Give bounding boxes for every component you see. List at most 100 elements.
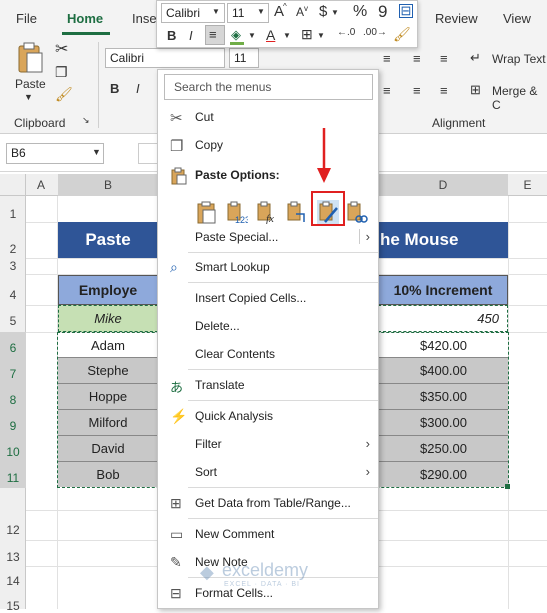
menu-item-cut[interactable]: ✂ Cut [158,106,378,130]
decrease-decimal-icon[interactable]: .00→ [363,27,387,38]
menu-item-smart-lookup[interactable]: ⌕ Smart Lookup [158,256,378,280]
title-cell-right[interactable]: he Mouse [378,222,508,258]
increment-cell[interactable]: $350.00 [378,384,508,410]
column-header-b[interactable]: B [58,178,158,192]
tab-file[interactable]: File [16,11,37,26]
menu-item-get-data[interactable]: ⊞ Get Data from Table/Range... [158,492,378,516]
name-cell[interactable]: Hoppe [58,384,158,410]
row-header[interactable]: 9 [0,419,26,433]
name-cell[interactable]: Milford [58,410,158,436]
chevron-down-icon[interactable]: ▼ [317,31,325,40]
chevron-down-icon[interactable]: ▼ [257,7,265,16]
mini-bold-button[interactable]: B [167,28,176,43]
percent-style-button[interactable]: % [353,3,367,21]
chevron-down-icon[interactable]: ▼ [331,8,339,17]
paste-link-icon[interactable] [346,200,368,224]
menu-item-paste-special[interactable]: Paste Special... › [158,226,378,250]
fill-color-icon[interactable]: ◈ [231,27,241,43]
paste-dropdown-icon[interactable]: ▼ [24,92,33,102]
increment-cell[interactable]: $300.00 [378,410,508,436]
paste-formatting-icon[interactable] [317,200,339,224]
header-cell-employee[interactable]: Employe [58,275,158,305]
menu-item-copy[interactable]: ❐ Copy [158,134,378,158]
font-color-button[interactable]: A [266,27,275,43]
paste-label[interactable]: Paste [15,77,46,91]
fill-handle[interactable] [505,484,510,489]
paste-option-paste-icon[interactable] [196,200,218,224]
row-header[interactable]: 15 [0,599,26,613]
increase-decimal-icon[interactable]: ←.0 [337,27,355,38]
wrap-text-icon[interactable]: ↵ [470,50,481,66]
align-center-icon[interactable]: ≡ [413,83,421,98]
mike-cell[interactable]: Mike [58,305,158,332]
menu-item-quick-analysis[interactable]: ⚡ Quick Analysis [158,405,378,429]
ribbon-font-size-box[interactable]: 11 [229,48,259,68]
column-header-d[interactable]: D [378,178,508,192]
tab-view[interactable]: View [503,11,531,26]
chevron-down-icon[interactable]: ▼ [212,7,220,16]
formula-bar-expand[interactable] [138,143,158,164]
row-header[interactable]: 12 [0,523,26,537]
align-right-icon[interactable]: ≡ [440,83,448,98]
ribbon-bold-button[interactable]: B [110,81,119,96]
format-painter-icon[interactable]: 🖌 [55,86,73,103]
header-cell-increment[interactable]: 10% Increment [378,275,508,305]
decrease-font-size-button[interactable]: A [296,5,304,19]
align-top-icon[interactable]: ≡ [383,51,391,66]
row-header[interactable]: 6 [0,341,26,355]
comma-style-button[interactable]: 9 [378,2,387,22]
row-header[interactable]: 11 [0,471,26,485]
name-box[interactable]: B6 [6,143,104,164]
align-left-icon[interactable]: ≡ [383,83,391,98]
menu-item-insert-copied-cells[interactable]: Insert Copied Cells... [158,287,378,311]
column-header-e[interactable]: E [508,178,547,192]
align-middle-icon[interactable]: ≡ [413,51,421,66]
align-bottom-icon[interactable]: ≡ [440,51,448,66]
increment-cell[interactable]: $290.00 [378,462,508,487]
row-header[interactable]: 13 [0,550,26,564]
menu-item-delete[interactable]: Delete... [158,315,378,339]
chevron-down-icon[interactable]: ▼ [248,31,256,40]
name-cell[interactable]: David [58,436,158,462]
chevron-down-icon[interactable]: ▼ [283,31,291,40]
format-painter-icon[interactable]: 🖌 [393,26,411,43]
row-header[interactable]: 1 [0,207,26,221]
row-header[interactable]: 2 [0,242,26,256]
column-header-a[interactable]: A [26,178,56,192]
mike-increment-cell[interactable]: 450 [378,305,508,332]
ribbon-italic-button[interactable]: I [136,81,140,96]
tab-review[interactable]: Review [435,11,478,26]
tab-insert[interactable]: Inse [132,11,157,26]
format-table-icon[interactable]: ⊟ [399,4,413,18]
accounting-format-button[interactable]: $ [319,3,327,20]
name-cell[interactable]: Bob [58,462,158,487]
increment-cell[interactable]: $420.00 [378,333,508,358]
merge-center-button[interactable]: Merge & C [492,84,547,112]
row-header[interactable]: 3 [0,259,26,273]
select-all-corner[interactable] [0,174,26,196]
clipboard-launcher-icon[interactable]: ↘ [82,115,90,126]
borders-icon[interactable]: ⊞ [301,26,313,43]
name-box-dropdown-icon[interactable]: ▼ [92,147,101,157]
wrap-text-button[interactable]: Wrap Text [492,52,546,66]
increment-cell[interactable]: $250.00 [378,436,508,462]
tab-home[interactable]: Home [67,11,103,26]
paste-formulas-icon[interactable]: fx [256,200,278,224]
paste-values-icon[interactable]: 123 [226,200,248,224]
menu-item-filter[interactable]: Filter › [158,433,378,457]
cut-ribbon-icon[interactable]: ✂ [55,39,68,59]
copy-ribbon-icon[interactable]: ❐ [55,64,68,81]
title-cell-left[interactable]: Paste [58,222,158,258]
menu-item-new-comment[interactable]: ▭ New Comment [158,523,378,547]
row-header[interactable]: 8 [0,393,26,407]
row-header[interactable]: 7 [0,367,26,381]
name-cell[interactable]: Adam [58,333,158,358]
merge-icon[interactable]: ⊞ [470,82,481,98]
increment-cell[interactable]: $400.00 [378,358,508,384]
menu-item-translate[interactable]: あ Translate [158,374,378,398]
menu-item-sort[interactable]: Sort › [158,461,378,485]
name-cell[interactable]: Stephe [58,358,158,384]
ribbon-font-name-box[interactable]: Calibri [105,48,225,68]
paste-big-icon[interactable] [16,42,44,74]
row-header[interactable]: 14 [0,574,26,588]
